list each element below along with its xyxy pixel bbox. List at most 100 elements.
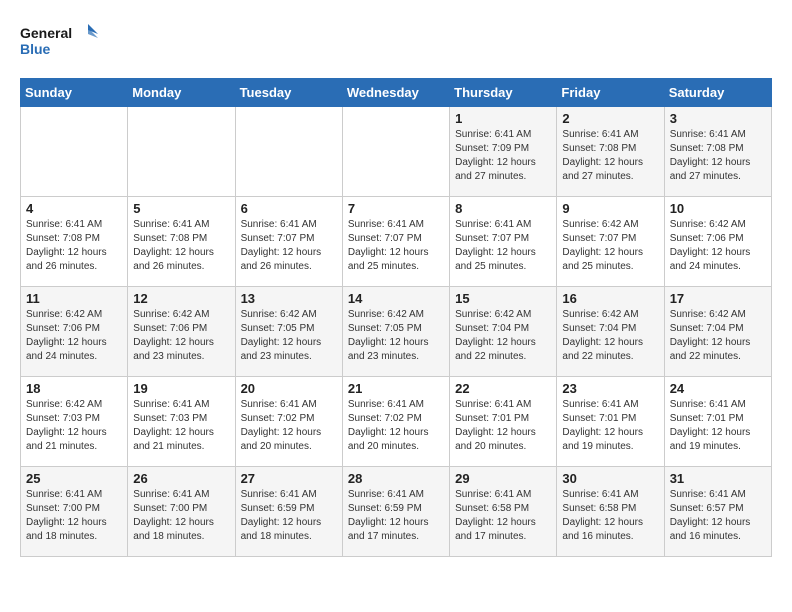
logo: General Blue [20, 20, 100, 62]
day-number: 15 [455, 291, 551, 306]
calendar-cell: 22 Sunrise: 6:41 AM Sunset: 7:01 PM Dayli… [450, 377, 557, 467]
day-number: 4 [26, 201, 122, 216]
day-info: Sunrise: 6:41 AM Sunset: 7:07 PM Dayligh… [348, 218, 444, 274]
day-number: 13 [241, 291, 337, 306]
calendar-table: SundayMondayTuesdayWednesdayThursdayFrid… [20, 78, 772, 557]
calendar-cell: 30Sunrise: 6:41 AM Sunset: 6:58 PM Dayli… [557, 467, 664, 557]
day-info: Sunrise: 6:41 AM Sunset: 6:59 PM Dayligh… [241, 488, 337, 544]
day-number: 20 [241, 381, 337, 396]
calendar-cell: 21 Sunrise: 6:41 AM Sunset: 7:02 PM Dayli… [342, 377, 449, 467]
day-info: Sunrise: 6:41 AM Sunset: 6:58 PM Dayligh… [562, 488, 658, 544]
day-info: Sunrise: 6:42 AM Sunset: 7:04 PM Dayligh… [670, 308, 766, 364]
day-info: Sunrise: 6:42 AM Sunset: 7:06 PM Dayligh… [26, 308, 122, 364]
calendar-week-1: 1Sunrise: 6:41 AM Sunset: 7:09 PM Daylig… [21, 107, 772, 197]
day-info: Sunrise: 6:41 AM Sunset: 7:08 PM Dayligh… [26, 218, 122, 274]
weekday-thursday: Thursday [450, 79, 557, 107]
calendar-cell: 6 Sunrise: 6:41 AM Sunset: 7:07 PM Daylig… [235, 197, 342, 287]
calendar-cell: 8 Sunrise: 6:41 AM Sunset: 7:07 PM Daylig… [450, 197, 557, 287]
calendar-cell: 4 Sunrise: 6:41 AM Sunset: 7:08 PM Daylig… [21, 197, 128, 287]
day-info: Sunrise: 6:42 AM Sunset: 7:05 PM Dayligh… [348, 308, 444, 364]
weekday-header-row: SundayMondayTuesdayWednesdayThursdayFrid… [21, 79, 772, 107]
day-info: Sunrise: 6:42 AM Sunset: 7:07 PM Dayligh… [562, 218, 658, 274]
day-info: Sunrise: 6:41 AM Sunset: 7:01 PM Dayligh… [670, 398, 766, 454]
weekday-tuesday: Tuesday [235, 79, 342, 107]
weekday-wednesday: Wednesday [342, 79, 449, 107]
calendar-cell: 16 Sunrise: 6:42 AM Sunset: 7:04 PM Dayli… [557, 287, 664, 377]
calendar-week-2: 4 Sunrise: 6:41 AM Sunset: 7:08 PM Daylig… [21, 197, 772, 287]
day-info: Sunrise: 6:41 AM Sunset: 7:01 PM Dayligh… [455, 398, 551, 454]
day-number: 10 [670, 201, 766, 216]
day-info: Sunrise: 6:41 AM Sunset: 7:01 PM Dayligh… [562, 398, 658, 454]
calendar-cell: 3Sunrise: 6:41 AM Sunset: 7:08 PM Daylig… [664, 107, 771, 197]
day-number: 26 [133, 471, 229, 486]
calendar-cell: 14 Sunrise: 6:42 AM Sunset: 7:05 PM Dayli… [342, 287, 449, 377]
calendar-cell [128, 107, 235, 197]
calendar-cell [342, 107, 449, 197]
day-number: 31 [670, 471, 766, 486]
weekday-friday: Friday [557, 79, 664, 107]
day-number: 5 [133, 201, 229, 216]
calendar-cell: 23Sunrise: 6:41 AM Sunset: 7:01 PM Dayli… [557, 377, 664, 467]
weekday-saturday: Saturday [664, 79, 771, 107]
svg-text:General: General [20, 25, 72, 41]
calendar-cell: 12 Sunrise: 6:42 AM Sunset: 7:06 PM Dayli… [128, 287, 235, 377]
day-number: 6 [241, 201, 337, 216]
calendar-cell: 9 Sunrise: 6:42 AM Sunset: 7:07 PM Daylig… [557, 197, 664, 287]
day-number: 12 [133, 291, 229, 306]
calendar-cell: 1Sunrise: 6:41 AM Sunset: 7:09 PM Daylig… [450, 107, 557, 197]
calendar-cell: 7 Sunrise: 6:41 AM Sunset: 7:07 PM Daylig… [342, 197, 449, 287]
weekday-sunday: Sunday [21, 79, 128, 107]
calendar-cell: 26Sunrise: 6:41 AM Sunset: 7:00 PM Dayli… [128, 467, 235, 557]
calendar-cell: 27 Sunrise: 6:41 AM Sunset: 6:59 PM Dayli… [235, 467, 342, 557]
day-number: 1 [455, 111, 551, 126]
calendar-cell: 5 Sunrise: 6:41 AM Sunset: 7:08 PM Daylig… [128, 197, 235, 287]
day-info: Sunrise: 6:41 AM Sunset: 7:00 PM Dayligh… [26, 488, 122, 544]
calendar-cell: 28 Sunrise: 6:41 AM Sunset: 6:59 PM Dayli… [342, 467, 449, 557]
day-number: 18 [26, 381, 122, 396]
calendar-cell: 29 Sunrise: 6:41 AM Sunset: 6:58 PM Dayli… [450, 467, 557, 557]
calendar-cell [21, 107, 128, 197]
page-header: General Blue [20, 20, 772, 62]
calendar-cell: 13 Sunrise: 6:42 AM Sunset: 7:05 PM Dayli… [235, 287, 342, 377]
day-info: Sunrise: 6:42 AM Sunset: 7:04 PM Dayligh… [562, 308, 658, 364]
day-number: 8 [455, 201, 551, 216]
day-number: 9 [562, 201, 658, 216]
day-info: Sunrise: 6:42 AM Sunset: 7:05 PM Dayligh… [241, 308, 337, 364]
day-info: Sunrise: 6:41 AM Sunset: 7:08 PM Dayligh… [133, 218, 229, 274]
day-number: 16 [562, 291, 658, 306]
calendar-week-5: 25 Sunrise: 6:41 AM Sunset: 7:00 PM Dayli… [21, 467, 772, 557]
day-info: Sunrise: 6:42 AM Sunset: 7:03 PM Dayligh… [26, 398, 122, 454]
day-info: Sunrise: 6:41 AM Sunset: 7:07 PM Dayligh… [455, 218, 551, 274]
day-number: 29 [455, 471, 551, 486]
day-number: 27 [241, 471, 337, 486]
day-number: 7 [348, 201, 444, 216]
day-info: Sunrise: 6:41 AM Sunset: 7:02 PM Dayligh… [348, 398, 444, 454]
day-number: 22 [455, 381, 551, 396]
day-number: 14 [348, 291, 444, 306]
day-number: 24 [670, 381, 766, 396]
day-info: Sunrise: 6:41 AM Sunset: 6:57 PM Dayligh… [670, 488, 766, 544]
calendar-cell: 19Sunrise: 6:41 AM Sunset: 7:03 PM Dayli… [128, 377, 235, 467]
day-info: Sunrise: 6:41 AM Sunset: 6:59 PM Dayligh… [348, 488, 444, 544]
day-info: Sunrise: 6:42 AM Sunset: 7:06 PM Dayligh… [133, 308, 229, 364]
day-number: 11 [26, 291, 122, 306]
day-info: Sunrise: 6:41 AM Sunset: 7:02 PM Dayligh… [241, 398, 337, 454]
day-number: 25 [26, 471, 122, 486]
calendar-cell: 17 Sunrise: 6:42 AM Sunset: 7:04 PM Dayli… [664, 287, 771, 377]
calendar-cell: 11 Sunrise: 6:42 AM Sunset: 7:06 PM Dayli… [21, 287, 128, 377]
calendar-cell: 31 Sunrise: 6:41 AM Sunset: 6:57 PM Dayli… [664, 467, 771, 557]
logo-svg: General Blue [20, 20, 100, 62]
day-info: Sunrise: 6:41 AM Sunset: 7:08 PM Dayligh… [670, 128, 766, 184]
weekday-monday: Monday [128, 79, 235, 107]
day-number: 2 [562, 111, 658, 126]
day-number: 21 [348, 381, 444, 396]
calendar-week-3: 11 Sunrise: 6:42 AM Sunset: 7:06 PM Dayli… [21, 287, 772, 377]
day-number: 28 [348, 471, 444, 486]
day-info: Sunrise: 6:41 AM Sunset: 7:07 PM Dayligh… [241, 218, 337, 274]
calendar-cell: 20 Sunrise: 6:41 AM Sunset: 7:02 PM Dayli… [235, 377, 342, 467]
day-number: 17 [670, 291, 766, 306]
calendar-cell: 18 Sunrise: 6:42 AM Sunset: 7:03 PM Dayli… [21, 377, 128, 467]
day-info: Sunrise: 6:41 AM Sunset: 7:08 PM Dayligh… [562, 128, 658, 184]
calendar-week-4: 18 Sunrise: 6:42 AM Sunset: 7:03 PM Dayli… [21, 377, 772, 467]
day-info: Sunrise: 6:41 AM Sunset: 6:58 PM Dayligh… [455, 488, 551, 544]
